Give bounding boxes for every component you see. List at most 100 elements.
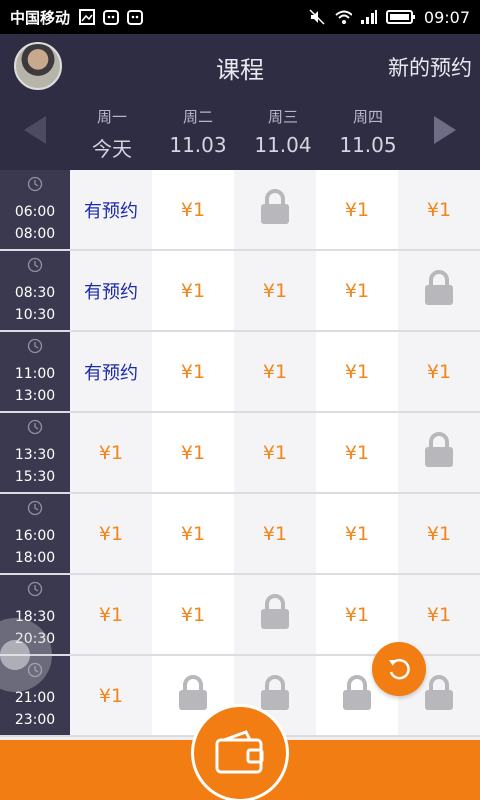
lock-icon (258, 593, 292, 636)
slot-end-time: 13:00 (14, 388, 56, 404)
status-bar: 中国移动 09:07 (0, 0, 480, 34)
slot-end-time: 23:00 (14, 712, 56, 728)
price-slot[interactable]: ¥1 (152, 332, 234, 411)
next-week-button[interactable] (430, 114, 460, 146)
price-label: ¥1 (262, 279, 288, 302)
clock-icon (27, 581, 43, 597)
price-label: ¥1 (180, 522, 206, 545)
weekday-label: 周四 (352, 108, 383, 126)
locked-slot[interactable] (398, 413, 480, 492)
locked-slot[interactable] (234, 575, 316, 654)
time-slot-label: 13:30 15:30 (0, 413, 70, 492)
price-slot[interactable]: ¥1 (70, 575, 152, 654)
price-label: ¥1 (426, 198, 452, 221)
new-booking-button[interactable]: 新的预约 (388, 52, 472, 82)
clock-icon (27, 338, 43, 354)
wifi-icon (334, 8, 352, 26)
price-slot[interactable]: ¥1 (398, 494, 480, 573)
refresh-button[interactable] (372, 642, 426, 696)
refresh-icon (389, 658, 410, 680)
price-label: ¥1 (344, 198, 370, 221)
price-slot[interactable]: ¥1 (234, 251, 316, 330)
clock-time: 09:07 (423, 7, 470, 27)
price-slot[interactable]: ¥1 (152, 413, 234, 492)
date-label: 11.03 (169, 133, 227, 157)
price-slot[interactable]: ¥1 (234, 494, 316, 573)
price-label: ¥1 (262, 522, 288, 545)
price-label: ¥1 (344, 279, 370, 302)
price-slot[interactable]: ¥1 (316, 494, 398, 573)
day-header-mon[interactable]: 周一 今天 (72, 106, 152, 162)
slot-end-time: 08:00 (14, 226, 56, 242)
price-label: ¥1 (98, 522, 124, 545)
lock-icon (261, 594, 289, 629)
price-slot[interactable]: ¥1 (316, 413, 398, 492)
slot-start-time: 08:30 (14, 285, 56, 301)
battery-icon (385, 8, 416, 26)
time-slot-label: 08:30 10:30 (0, 251, 70, 330)
price-slot[interactable]: ¥1 (152, 494, 234, 573)
slot-end-time: 10:30 (14, 307, 56, 323)
price-slot[interactable]: ¥1 (152, 251, 234, 330)
lock-icon (425, 675, 453, 710)
lock-icon (422, 269, 456, 312)
price-slot[interactable]: ¥1 (70, 656, 152, 735)
schedule-row: 13:30 15:30 ¥1 ¥1 ¥1 ¥1 (0, 413, 480, 494)
price-slot[interactable]: ¥1 (398, 170, 480, 249)
booked-slot[interactable]: 有预约 (70, 170, 152, 249)
price-slot[interactable]: ¥1 (234, 332, 316, 411)
price-slot[interactable]: ¥1 (316, 251, 398, 330)
weekday-label: 周二 (182, 108, 213, 126)
time-slot-label: 16:00 18:00 (0, 494, 70, 573)
time-slot-label: 06:00 08:00 (0, 170, 70, 249)
price-slot[interactable]: ¥1 (316, 575, 398, 654)
lock-icon (425, 432, 453, 467)
price-slot[interactable]: ¥1 (398, 332, 480, 411)
date-label: 今天 (92, 137, 132, 161)
wallet-button[interactable] (191, 704, 289, 800)
slot-start-time: 13:30 (14, 447, 56, 463)
slot-start-time: 06:00 (14, 204, 56, 220)
price-label: ¥1 (98, 441, 124, 464)
price-slot[interactable]: ¥1 (70, 494, 152, 573)
booked-label: 有预约 (84, 200, 138, 222)
price-slot[interactable]: ¥1 (398, 575, 480, 654)
prev-week-button[interactable] (20, 114, 50, 146)
price-slot[interactable]: ¥1 (316, 170, 398, 249)
carrier-name: 中国移动 (10, 8, 71, 27)
schedule-row: 16:00 18:00 ¥1 ¥1 ¥1 ¥1 ¥1 (0, 494, 480, 575)
lock-icon (179, 675, 207, 710)
price-label: ¥1 (262, 360, 288, 383)
triangle-left-icon (24, 116, 46, 144)
lock-icon (261, 675, 289, 710)
wallet-icon (215, 730, 264, 774)
weekday-label: 周三 (267, 108, 298, 126)
time-slot-label: 11:00 13:00 (0, 332, 70, 411)
locked-slot[interactable] (398, 251, 480, 330)
lock-icon (422, 431, 456, 474)
lock-icon (176, 674, 210, 717)
booked-slot[interactable]: 有预约 (70, 251, 152, 330)
price-label: ¥1 (344, 522, 370, 545)
price-label: ¥1 (344, 603, 370, 626)
slot-end-time: 18:00 (14, 550, 56, 566)
price-slot[interactable]: ¥1 (234, 413, 316, 492)
price-slot[interactable]: ¥1 (152, 170, 234, 249)
price-label: ¥1 (98, 684, 124, 707)
lock-icon (343, 675, 371, 710)
lock-icon (422, 674, 456, 717)
clock-icon (27, 257, 43, 273)
price-slot[interactable]: ¥1 (316, 332, 398, 411)
day-header-tue[interactable]: 周二 11.03 (158, 106, 238, 157)
booked-slot[interactable]: 有预约 (70, 332, 152, 411)
lock-icon (425, 270, 453, 305)
price-slot[interactable]: ¥1 (152, 575, 234, 654)
day-header-wed[interactable]: 周三 11.04 (243, 106, 323, 157)
locked-slot[interactable] (234, 170, 316, 249)
slot-start-time: 11:00 (14, 366, 56, 382)
price-label: ¥1 (426, 522, 452, 545)
date-label: 11.05 (339, 133, 397, 157)
image-icon (78, 8, 96, 26)
day-header-thu[interactable]: 周四 11.05 (328, 106, 408, 157)
price-slot[interactable]: ¥1 (70, 413, 152, 492)
